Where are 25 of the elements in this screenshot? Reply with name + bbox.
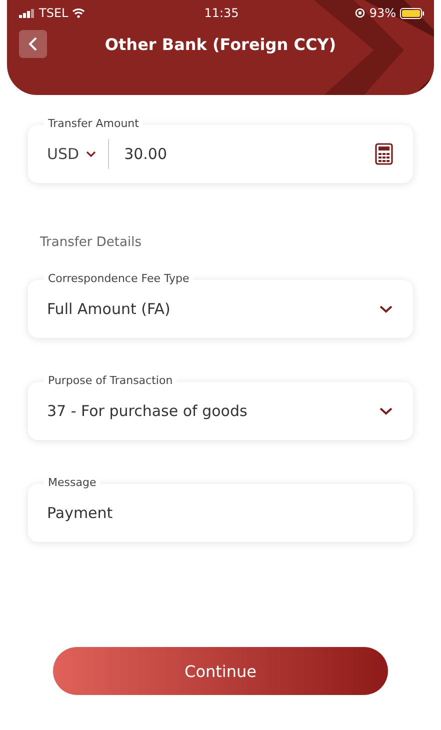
screen-title: Other Bank (Foreign CCY): [104, 34, 338, 54]
back-button[interactable]: [19, 30, 47, 58]
rotation-lock-icon: [355, 8, 366, 18]
currency-dropdown[interactable]: USD: [47, 145, 96, 163]
field-label: Message: [44, 476, 100, 489]
continue-button[interactable]: Continue: [53, 647, 388, 695]
amount-value: 30.00: [124, 145, 168, 163]
battery-percent: 93%: [369, 6, 396, 20]
carrier-name: TSEL: [39, 6, 68, 20]
caret-icon: [86, 151, 96, 157]
field-value: Full Amount (FA): [47, 300, 172, 318]
calculator-icon[interactable]: [375, 143, 393, 165]
field-label: Transfer Amount: [44, 117, 143, 130]
field-value: Payment: [47, 504, 114, 522]
field-label: Correspondence Fee Type: [44, 272, 194, 285]
chevron-down-icon: [379, 407, 393, 415]
section-heading: Transfer Details: [40, 235, 142, 250]
field-value: 37 - For purchase of goods: [47, 402, 248, 420]
clock-time: 11:35: [204, 6, 239, 20]
back-chevron-icon: [28, 36, 38, 52]
chevron-down-icon: [379, 305, 393, 313]
wifi-icon: [72, 8, 86, 18]
field-label: Purpose of Transaction: [44, 374, 177, 387]
battery-icon: [400, 8, 424, 18]
signal-icon: [19, 8, 35, 18]
